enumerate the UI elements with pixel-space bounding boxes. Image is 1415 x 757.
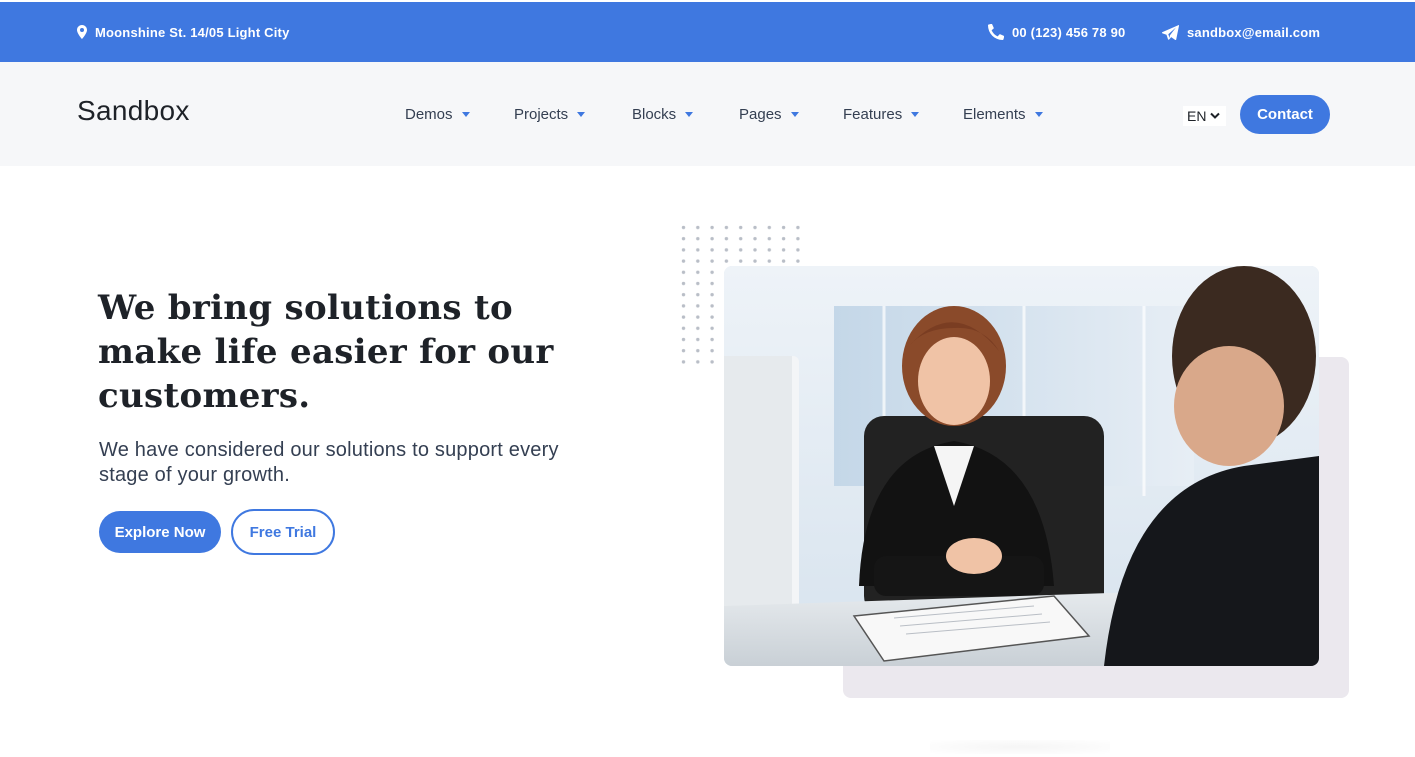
nav-item-features[interactable]: Features bbox=[843, 106, 920, 123]
logo[interactable]: Sandbox bbox=[77, 95, 190, 127]
phone-text[interactable]: 00 (123) 456 78 90 bbox=[1012, 25, 1125, 40]
nav-item-elements[interactable]: Elements bbox=[963, 106, 1043, 123]
address-item: Moonshine St. 14/05 Light City bbox=[77, 2, 290, 62]
nav-item-pages[interactable]: Pages bbox=[739, 106, 799, 123]
nav-label: Projects bbox=[514, 106, 569, 123]
caret-down-icon bbox=[461, 112, 470, 117]
nav-label: Demos bbox=[405, 106, 453, 123]
contact-button[interactable]: Contact bbox=[1240, 95, 1330, 134]
caret-down-icon bbox=[790, 112, 799, 117]
email-item[interactable]: sandbox@email.com bbox=[1162, 2, 1320, 62]
free-trial-button[interactable]: Free Trial bbox=[231, 509, 335, 555]
explore-now-button[interactable]: Explore Now bbox=[99, 511, 221, 553]
caret-down-icon bbox=[911, 112, 920, 117]
nav-label: Features bbox=[843, 106, 903, 123]
navbar: Sandbox Demos Projects Blocks Pages Feat… bbox=[0, 62, 1415, 166]
phone-icon bbox=[988, 24, 1004, 40]
address-text: Moonshine St. 14/05 Light City bbox=[95, 24, 290, 40]
business-meeting-illustration bbox=[724, 266, 1319, 666]
nav-label: Pages bbox=[739, 106, 782, 123]
language-value: EN bbox=[1187, 108, 1207, 124]
map-pin-icon bbox=[77, 25, 87, 39]
paper-plane-icon bbox=[1162, 24, 1179, 40]
hero-title: We bring solutions to make life easier f… bbox=[98, 288, 554, 416]
nav-label: Blocks bbox=[632, 106, 677, 123]
email-text[interactable]: sandbox@email.com bbox=[1187, 25, 1320, 40]
nav-item-demos[interactable]: Demos bbox=[405, 106, 470, 123]
caret-down-icon bbox=[685, 112, 694, 117]
hero-subtitle: We have considered our solutions to supp… bbox=[99, 439, 559, 486]
nav-item-blocks[interactable]: Blocks bbox=[632, 106, 694, 123]
hero-image bbox=[724, 266, 1319, 666]
nav-item-projects[interactable]: Projects bbox=[514, 106, 586, 123]
nav-label: Elements bbox=[963, 106, 1026, 123]
caret-down-icon bbox=[1034, 112, 1043, 117]
caret-down-icon bbox=[577, 112, 586, 117]
phone-item[interactable]: 00 (123) 456 78 90 bbox=[988, 2, 1125, 62]
language-select[interactable]: EN bbox=[1183, 106, 1226, 126]
top-bar: Moonshine St. 14/05 Light City 00 (123) … bbox=[0, 0, 1415, 62]
decorative-shadow bbox=[930, 740, 1110, 754]
chevron-down-icon bbox=[1210, 112, 1221, 119]
